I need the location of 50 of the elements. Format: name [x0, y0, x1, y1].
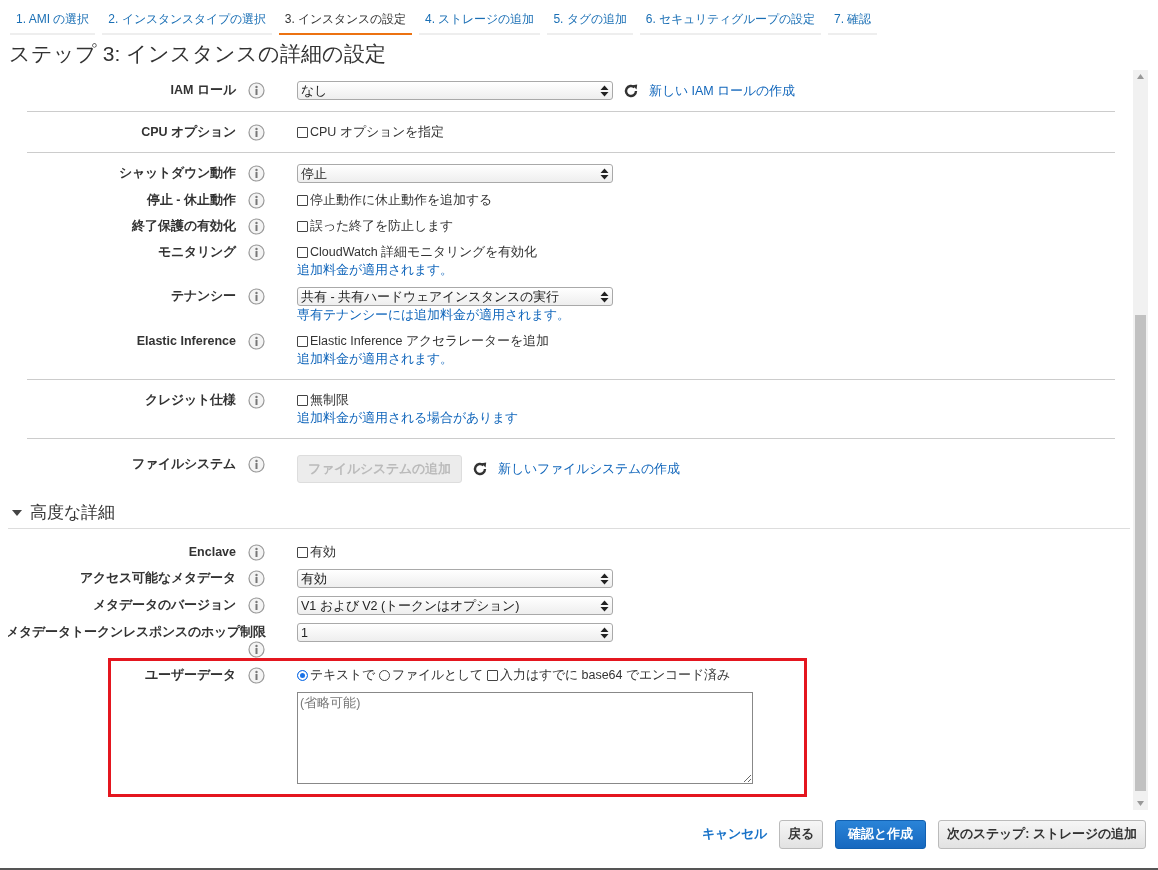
field-label: クレジット仕様: [145, 392, 236, 409]
wizard-tab[interactable]: 4. ストレージの追加: [419, 8, 541, 35]
checkbox-label: 入力はすでに base64 でエンコード済み: [500, 667, 730, 684]
field-label: モニタリング: [158, 244, 236, 261]
field-label: ユーザーデータ: [145, 667, 236, 684]
dropdown-select[interactable]: 1: [297, 623, 613, 642]
checkbox-label: CPU オプションを指定: [310, 124, 444, 141]
field-label: ファイルシステム: [132, 456, 236, 473]
dropdown-select[interactable]: V1 および V2 (トークンはオプション): [297, 596, 613, 615]
field-label: Elastic Inference: [136, 333, 236, 350]
field-label: シャットダウン動作: [119, 165, 236, 182]
user-data-textarea[interactable]: (省略可能): [297, 692, 753, 784]
checkbox-label: 停止動作に休止動作を追加する: [310, 192, 492, 209]
field-label: 停止 - 休止動作: [146, 192, 236, 209]
wizard-tab[interactable]: 3. インスタンスの設定: [278, 8, 413, 35]
pricing-note: 追加料金が適用されます。: [297, 352, 453, 366]
checkbox-label: 無制限: [310, 392, 349, 409]
wizard-button[interactable]: 次のステップ: ストレージの追加: [938, 819, 1146, 849]
pricing-note: 専有テナンシーには追加料金が適用されます。: [297, 308, 570, 322]
checkbox-label: 有効: [310, 544, 336, 561]
radio-label: ファイルとして: [392, 667, 483, 684]
section-heading[interactable]: 高度な詳細: [30, 502, 115, 524]
wizard-button[interactable]: 戻る: [779, 819, 824, 849]
wizard-tab[interactable]: 2. インスタンスタイプの選択: [102, 8, 272, 35]
field-label: CPU オプション: [141, 124, 236, 141]
page-title: ステップ 3: インスタンスの詳細の設定: [8, 41, 388, 67]
cancel-link[interactable]: キャンセル: [702, 825, 768, 843]
create-link[interactable]: 新しいファイルシステムの作成: [498, 460, 680, 478]
field-label: 終了保護の有効化: [132, 218, 236, 235]
field-label: Enclave: [188, 544, 236, 561]
wizard-tab[interactable]: 5. タグの追加: [547, 8, 633, 35]
checkbox-label: CloudWatch 詳細モニタリングを有効化: [310, 244, 538, 261]
wizard-tab[interactable]: 6. セキュリティグループの設定: [639, 8, 822, 35]
field-label: メタデータのバージョン: [93, 597, 236, 614]
pricing-note: 追加料金が適用される場合があります: [297, 411, 518, 425]
field-label: IAM ロール: [170, 82, 236, 99]
review-launch-button[interactable]: 確認と作成: [835, 819, 927, 849]
create-link[interactable]: 新しい IAM ロールの作成: [649, 81, 796, 100]
checkbox-label: Elastic Inference アクセラレーターを追加: [310, 333, 549, 350]
pricing-note: 追加料金が適用されます。: [297, 263, 453, 277]
wizard-tab[interactable]: 1. AMI の選択: [10, 8, 96, 35]
dropdown-select[interactable]: なし: [297, 81, 613, 100]
dropdown-select[interactable]: 有効: [297, 569, 613, 588]
dropdown-select[interactable]: 停止: [297, 164, 613, 183]
dropdown-select[interactable]: 共有 - 共有ハードウェアインスタンスの実行: [297, 287, 613, 306]
field-label: アクセス可能なメタデータ: [80, 570, 236, 587]
field-label: テナンシー: [171, 288, 236, 305]
wizard-tab[interactable]: 7. 確認: [828, 8, 878, 35]
radio-label: テキストで: [310, 667, 375, 684]
checkbox-label: 誤った終了を防止します: [310, 218, 453, 235]
